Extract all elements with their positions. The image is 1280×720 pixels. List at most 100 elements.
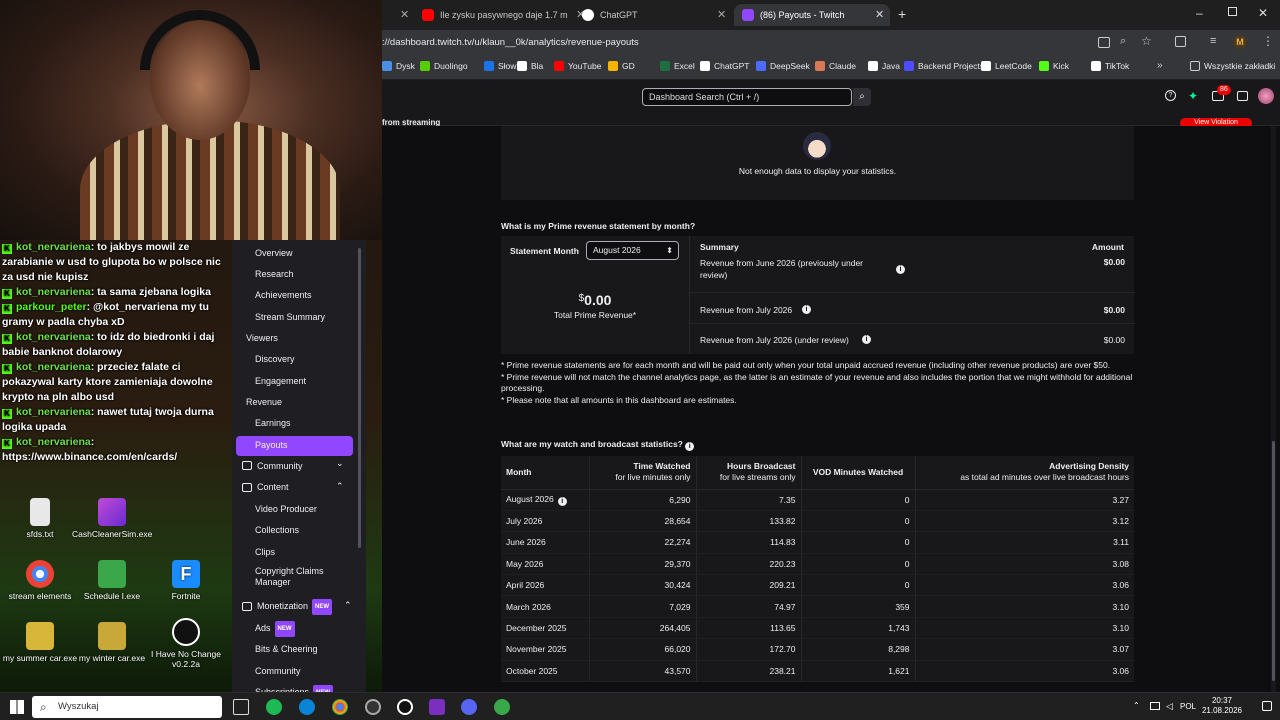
profile-avatar[interactable]: M — [1233, 35, 1247, 49]
desktop-icon-stream-elements[interactable]: stream elements — [0, 560, 80, 601]
sidebar-item-research[interactable]: Research — [255, 267, 294, 281]
dashboard-search-input[interactable]: Dashboard Search (Ctrl + /) — [642, 88, 852, 106]
tab-chatgpt[interactable]: ChatGPT — [582, 4, 722, 26]
help-icon[interactable]: ? — [1165, 90, 1176, 101]
bookmark-item[interactable]: Duolingo — [420, 61, 468, 71]
sidebar-item-stream-summary[interactable]: Stream Summary — [255, 310, 325, 324]
spotify-icon[interactable] — [266, 699, 282, 715]
desktop-icon-fortnite[interactable]: F Fortnite — [146, 560, 226, 601]
sidebar-item-ads[interactable]: Ads NEW — [255, 621, 295, 637]
bookmark-item[interactable]: Dysk — [382, 61, 415, 71]
sidebar-scrollbar[interactable] — [358, 248, 361, 548]
sidebar-group-viewers[interactable]: Viewers — [246, 331, 278, 345]
chevron-down-icon[interactable]: ⌄ — [336, 458, 344, 469]
tab-twitch-payouts[interactable]: (86) Payouts - Twitch — [734, 4, 890, 26]
whispers-icon[interactable] — [1237, 91, 1248, 101]
sidebar-item-earnings[interactable]: Earnings — [255, 416, 291, 430]
schedule-one-icon[interactable] — [494, 699, 510, 715]
bookmark-item[interactable]: LeetCode — [981, 61, 1032, 71]
sidebar-item-community-monetization[interactable]: Community — [255, 664, 301, 678]
sidebar-item-engagement[interactable]: Engagement — [255, 374, 306, 388]
desktop-icon-my-summer-car[interactable]: my summer car.exe — [0, 622, 80, 663]
tab-close-icon[interactable]: ✕ — [400, 8, 409, 21]
tab-close-icon[interactable]: ✕ — [875, 8, 884, 21]
minimize-icon[interactable]: – — [1196, 6, 1203, 20]
new-tab-plus-icon[interactable]: + — [898, 6, 906, 22]
desktop-icon-label: sfds.txt — [26, 529, 54, 539]
volume-icon[interactable]: ◁ — [1166, 701, 1173, 712]
sidebar-item-clips[interactable]: Clips — [255, 545, 275, 559]
translate-icon[interactable] — [1098, 37, 1110, 48]
zoom-icon[interactable]: ⌕ — [1120, 35, 1126, 48]
tab-youtube[interactable]: Ile zysku pasywnego daje 1.7 m — [422, 4, 592, 26]
close-window-icon[interactable]: ✕ — [1258, 6, 1268, 20]
sidebar-item-achievements[interactable]: Achievements — [255, 288, 312, 302]
bookmark-item[interactable]: TikTok — [1091, 61, 1129, 71]
search-icon[interactable]: ⌕ — [853, 88, 871, 106]
page-scrollbar[interactable] — [1271, 126, 1276, 692]
obs-icon[interactable] — [365, 699, 381, 715]
all-bookmarks[interactable]: Wszystkie zakładki — [1190, 61, 1275, 71]
info-icon[interactable]: i — [557, 496, 567, 506]
sidebar-group-monetization[interactable]: Monetization NEW — [257, 599, 333, 615]
info-icon[interactable]: i — [802, 305, 811, 314]
info-icon[interactable]: i — [896, 265, 905, 274]
bookmark-item[interactable]: Java — [868, 61, 900, 71]
user-avatar[interactable] — [1258, 88, 1274, 104]
desktop-icon-sfds[interactable]: sfds.txt — [0, 498, 80, 539]
media-control-icon[interactable]: ≡ — [1210, 35, 1216, 47]
network-icon[interactable] — [1150, 702, 1160, 710]
info-icon[interactable]: i — [862, 335, 871, 344]
sidebar-item-payouts[interactable]: Payouts — [255, 438, 288, 452]
chevron-up-icon[interactable]: ⌃ — [344, 600, 352, 611]
bookmark-item[interactable]: Claude — [815, 61, 856, 71]
sidebar-item-collections[interactable]: Collections — [255, 523, 299, 537]
cell-value: 3.10 — [1112, 601, 1129, 612]
statement-month-select[interactable]: August 2026 ⬍ — [586, 241, 679, 260]
scrollbar-thumb[interactable] — [1272, 441, 1275, 681]
app-icon[interactable] — [397, 699, 413, 715]
bookmark-item[interactable]: Kick — [1039, 61, 1069, 71]
task-view-icon[interactable] — [233, 699, 249, 715]
bookmark-item[interactable]: DeepSeek — [756, 61, 810, 71]
desktop-icon-cashcleaner[interactable]: CashCleanerSim.exe — [72, 498, 152, 539]
windows-start-icon[interactable] — [10, 700, 24, 714]
bookmark-star-icon[interactable]: ☆ — [1141, 34, 1152, 48]
clock[interactable]: 20:37 21.08.2026 — [1200, 696, 1244, 716]
language-indicator[interactable]: POL — [1180, 702, 1196, 712]
bookmark-item[interactable]: Excel — [660, 61, 695, 71]
bookmark-item[interactable]: Backend Projects — [904, 61, 984, 71]
chrome-icon[interactable] — [332, 699, 348, 715]
bookmark-item[interactable]: ChatGPT — [700, 61, 749, 71]
sidebar-item-bits-cheering[interactable]: Bits & Cheering — [255, 642, 318, 656]
tray-chevron-up-icon[interactable]: ⌃ — [1133, 701, 1140, 710]
sidebar-item-copyright-claims[interactable]: Copyright Claims Manager — [255, 566, 345, 587]
edge-icon[interactable] — [299, 699, 315, 715]
sidebar-group-revenue[interactable]: Revenue — [246, 395, 282, 409]
discord-icon[interactable] — [461, 699, 477, 715]
onenote-icon[interactable] — [429, 699, 445, 715]
creator-tools-icon[interactable]: ✦ — [1188, 89, 1198, 103]
chevron-up-icon[interactable]: ⌃ — [336, 481, 344, 492]
desktop-icon-my-winter-car[interactable]: my winter car.exe — [72, 622, 152, 663]
desktop-icon-i-have-no-change[interactable]: I Have No Change v0.2.2a — [146, 618, 226, 669]
browser-menu-icon[interactable]: ⋮ — [1262, 34, 1274, 48]
url-field[interactable]: ://dashboard.twitch.tv/u/klaun__0k/analy… — [382, 34, 639, 52]
sidebar-item-video-producer[interactable]: Video Producer — [255, 502, 317, 516]
taskbar-search-input[interactable]: Wyszukaj — [32, 696, 222, 718]
maximize-icon[interactable] — [1228, 7, 1237, 16]
sidebar-item-overview[interactable]: Overview — [255, 246, 293, 260]
more-bookmarks-chevron-icon[interactable]: » — [1157, 60, 1163, 71]
notification-center-icon[interactable] — [1262, 701, 1272, 711]
bookmark-item[interactable]: YouTube — [554, 61, 601, 71]
sidebar-group-community[interactable]: Community — [257, 459, 303, 473]
tab-close-icon[interactable]: ✕ — [717, 8, 726, 21]
info-icon[interactable]: i — [685, 442, 695, 451]
sidebar-item-discovery[interactable]: Discovery — [255, 352, 295, 366]
cell-value: 3.06 — [1112, 665, 1129, 676]
desktop-icon-schedule[interactable]: Schedule I.exe — [72, 560, 152, 601]
extensions-icon[interactable] — [1175, 36, 1186, 47]
bookmark-item[interactable]: GD — [608, 61, 635, 71]
bookmark-item[interactable]: Bla — [517, 61, 543, 71]
sidebar-group-content[interactable]: Content — [257, 480, 289, 494]
